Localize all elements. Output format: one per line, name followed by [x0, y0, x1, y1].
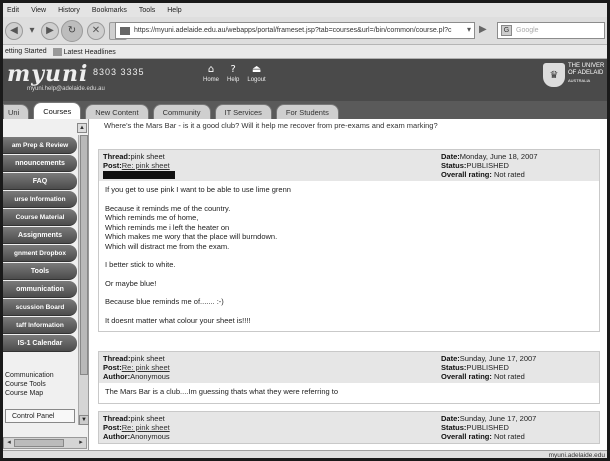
status-bar: myuni.adelaide.edu: [3, 450, 607, 459]
post-header: Thread:pink sheet Post:Re: pink sheet Da…: [99, 150, 599, 182]
sidebar-item-course-material[interactable]: Course Material: [3, 209, 77, 226]
menu-edit[interactable]: Edit: [7, 7, 19, 14]
scroll-left-icon[interactable]: ◂: [4, 438, 14, 448]
reload-icon[interactable]: ↻: [61, 19, 83, 42]
menu-history[interactable]: History: [58, 7, 80, 14]
logout-icon: ⏏: [251, 64, 262, 75]
help-email[interactable]: myuni.help@adelaide.edu.au: [27, 86, 105, 92]
scrollbar-thumb[interactable]: [14, 439, 64, 447]
post-header: Thread:pink sheet Post:Re: pink sheet Au…: [99, 352, 599, 383]
forward-arrow-icon[interactable]: ▶: [41, 21, 59, 40]
status-text: myuni.adelaide.edu: [548, 452, 605, 459]
sidebar-item-assignments[interactable]: Assignments: [3, 227, 77, 244]
sidebar-item-calendar[interactable]: IS-1 Calendar: [3, 335, 77, 352]
previous-post-text: Where's the Mars Bar - is it a good club…: [104, 121, 438, 130]
crest-icon: ♛: [543, 63, 565, 87]
post-link[interactable]: Re: pink sheet: [122, 161, 170, 170]
redacted-author: [103, 171, 175, 180]
site-header: myuni myuni.help@adelaide.edu.au 8303 33…: [3, 59, 607, 101]
post-link[interactable]: Re: pink sheet: [122, 363, 170, 372]
sidebar-item-tools[interactable]: Tools: [3, 263, 77, 280]
sidebar-item-assignment-dropbox[interactable]: gnment Dropbox: [3, 245, 77, 262]
site-icon: [120, 26, 130, 35]
url-text: https://myuni.adelaide.edu.au/webapps/po…: [134, 27, 452, 34]
sidebar-item-exam-prep[interactable]: am Prep & Review: [3, 137, 77, 154]
menu-bookmarks[interactable]: Bookmarks: [92, 7, 127, 14]
tab-community[interactable]: Community: [152, 104, 211, 119]
university-branding: ♛ THE UNIVER OF ADELAID AUSTRALIA: [543, 63, 607, 99]
navigation-toolbar: ◀ ▾ ▶ ↻ ✕ ⌂ https://myuni.adelaide.edu.a…: [3, 17, 607, 45]
tab-new-content[interactable]: New Content: [85, 104, 149, 119]
discussion-post: Thread:pink sheet Post:Re: pink sheet Da…: [98, 149, 600, 333]
go-arrow-icon[interactable]: ▶: [479, 24, 487, 35]
back-dropdown-icon[interactable]: ▾: [27, 22, 37, 40]
discussion-post: Thread:pink sheet Post:Re: pink sheet Au…: [98, 411, 600, 444]
menu-help[interactable]: Help: [167, 7, 181, 14]
control-panel-button[interactable]: Control Panel: [5, 409, 75, 423]
rss-icon: [52, 47, 62, 56]
help-phone: 8303 3335: [93, 67, 145, 77]
tab-uni[interactable]: Uni: [3, 104, 30, 119]
tab-it-services[interactable]: IT Services: [214, 104, 272, 119]
url-dropdown-icon[interactable]: ▾: [467, 25, 471, 34]
sidebar-link-course-map[interactable]: Course Map: [5, 389, 77, 398]
post-rating: Not rated: [493, 170, 525, 179]
google-icon: G: [501, 25, 512, 36]
header-home-link[interactable]: ⌂ Home: [203, 63, 219, 83]
sidebar-item-staff-information[interactable]: taff Information: [3, 317, 77, 334]
post-date: Monday, June 18, 2007: [459, 152, 538, 161]
discussion-content: Where's the Mars Bar - is it a good club…: [90, 119, 607, 450]
search-input[interactable]: G Google: [497, 22, 605, 39]
bookmark-getting-started[interactable]: etting Started: [5, 48, 47, 55]
header-links: ⌂ Home ? Help ⏏ Logout: [203, 63, 266, 83]
sidebar-item-faq[interactable]: FAQ: [3, 173, 77, 190]
scroll-up-icon[interactable]: ▲: [77, 123, 87, 133]
home-icon: ⌂: [207, 64, 215, 75]
stop-icon[interactable]: ✕: [87, 21, 105, 40]
thread-name: pink sheet: [130, 152, 165, 161]
sidebar-item-course-information[interactable]: urse Information: [3, 191, 77, 208]
discussion-post: Thread:pink sheet Post:Re: pink sheet Au…: [98, 351, 600, 404]
back-arrow-icon[interactable]: ◀: [5, 21, 23, 40]
post-link[interactable]: Re: pink sheet: [122, 423, 170, 432]
sidebar-item-announcements[interactable]: nnouncements: [3, 155, 77, 172]
portal-tabs: Uni Courses New Content Community IT Ser…: [3, 101, 607, 119]
browser-window: Edit View History Bookmarks Tools Help ◀…: [0, 0, 610, 461]
sidebar-item-discussion-board[interactable]: scussion Board: [3, 299, 77, 316]
sidebar-link-course-tools[interactable]: Course Tools: [5, 380, 77, 389]
menu-bar: Edit View History Bookmarks Tools Help: [3, 3, 607, 17]
post-body: The Mars Bar is a club....Im guessing th…: [105, 387, 339, 396]
course-menu: am Prep & Review nnouncements FAQ urse I…: [3, 137, 77, 353]
bookmarks-toolbar: etting Started Latest Headlines: [3, 45, 607, 59]
post-header: Thread:pink sheet Post:Re: pink sheet Au…: [99, 412, 599, 443]
help-icon: ?: [230, 64, 236, 75]
url-bar[interactable]: https://myuni.adelaide.edu.au/webapps/po…: [115, 22, 475, 39]
tab-courses[interactable]: Courses: [33, 102, 82, 119]
sidebar-horizontal-scrollbar[interactable]: ◂ ▸: [3, 437, 87, 449]
search-placeholder: Google: [516, 27, 539, 34]
scroll-down-icon[interactable]: ▼: [79, 415, 89, 425]
sidebar-vertical-scrollbar[interactable]: ▼: [78, 135, 89, 425]
tab-for-students[interactable]: For Students: [275, 104, 339, 119]
menu-view[interactable]: View: [31, 7, 46, 14]
course-sidebar: ▲ am Prep & Review nnouncements FAQ urse…: [3, 119, 89, 458]
sidebar-item-communication[interactable]: ommunication: [3, 281, 77, 298]
myuni-logo[interactable]: myuni: [7, 61, 88, 87]
header-help-link[interactable]: ? Help: [227, 63, 239, 83]
post-body: If you get to use pink I want to be able…: [105, 185, 291, 325]
menu-tools[interactable]: Tools: [139, 7, 155, 14]
scroll-right-icon[interactable]: ▸: [76, 438, 86, 448]
header-logout-link[interactable]: ⏏ Logout: [247, 63, 265, 83]
sidebar-links: Communication Course Tools Course Map: [5, 371, 77, 398]
bookmark-latest-headlines[interactable]: Latest Headlines: [52, 47, 116, 56]
post-status: PUBLISHED: [466, 161, 509, 170]
scrollbar-thumb[interactable]: [80, 135, 88, 375]
post-author: Anonymous: [130, 372, 170, 381]
post-author: Anonymous: [130, 432, 170, 441]
sidebar-link-communication[interactable]: Communication: [5, 371, 77, 380]
